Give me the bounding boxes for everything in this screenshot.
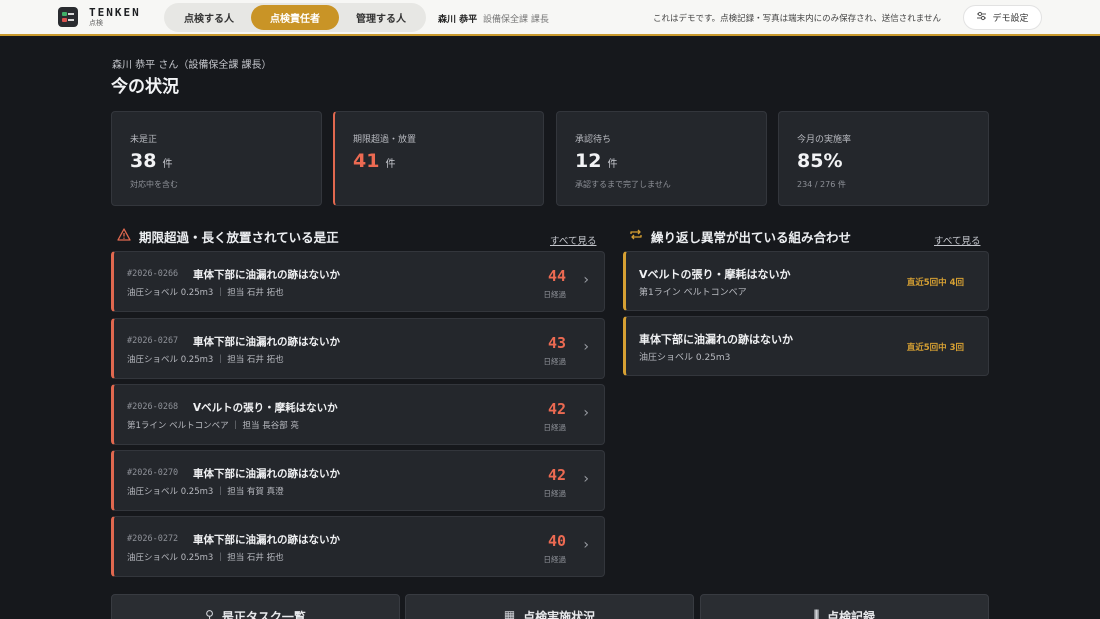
repeat-item-equipment: 第1ライン ベルトコンベア bbox=[639, 288, 747, 298]
item-meta: 油圧ショベル 0.25m3 ｜ 担当 石井 拓也 bbox=[127, 553, 284, 563]
role-switcher: 点検する人 点検責任者 管理する人 bbox=[164, 3, 426, 32]
overdue-item[interactable]: #2026-0270 車体下部に油漏れの跡はないか 油圧ショベル 0.25m3 … bbox=[111, 450, 605, 511]
days-elapsed: 44 bbox=[547, 267, 566, 285]
item-title: 車体下部に油漏れの跡はないか bbox=[193, 534, 340, 546]
chevron-right-icon: › bbox=[583, 405, 589, 421]
stat-note: 対応中を含む bbox=[130, 180, 178, 189]
chevron-right-icon: › bbox=[583, 339, 589, 355]
repeat-item-title: Vベルトの張り・摩耗はないか bbox=[639, 268, 791, 281]
top-bar: TENKEN 点検 点検する人 点検責任者 管理する人 森川 恭平 設備保全課 … bbox=[0, 0, 1100, 36]
item-meta: 油圧ショベル 0.25m3 ｜ 担当 石井 拓也 bbox=[127, 355, 284, 365]
repeat-arrows-icon bbox=[629, 228, 643, 245]
stat-note: 234 / 276 件 bbox=[797, 180, 846, 189]
stat-label: 今月の実施率 bbox=[797, 135, 852, 145]
greeting: 森川 恭平 さん（設備保全課 課長） bbox=[112, 60, 272, 71]
item-title: 車体下部に油漏れの跡はないか bbox=[193, 468, 340, 480]
app-logo[interactable]: TENKEN 点検 bbox=[58, 7, 141, 27]
stat-value: 38 件 bbox=[130, 150, 173, 172]
item-meta: 油圧ショベル 0.25m3 ｜ 担当 有賀 真澄 bbox=[127, 487, 284, 497]
overdue-see-all-link[interactable]: すべて見る bbox=[550, 233, 596, 247]
item-id: #2026-0270 bbox=[127, 468, 179, 478]
warning-triangle-icon bbox=[117, 228, 131, 245]
brand-sub: 点検 bbox=[89, 19, 103, 27]
item-meta: 油圧ショベル 0.25m3 ｜ 担当 石井 拓也 bbox=[127, 288, 284, 298]
days-label: 日経過 bbox=[543, 290, 567, 299]
overdue-item[interactable]: #2026-0266 車体下部に油漏れの跡はないか 油圧ショベル 0.25m3 … bbox=[111, 251, 605, 312]
days-elapsed: 42 bbox=[547, 400, 566, 418]
item-title: 車体下部に油漏れの跡はないか bbox=[193, 269, 340, 281]
item-id: #2026-0266 bbox=[127, 269, 179, 279]
overdue-item[interactable]: #2026-0268 Vベルトの張り・摩耗はないか 第1ライン ベルトコンベア … bbox=[111, 384, 605, 445]
stat-card-overdue[interactable]: 期限超過・放置 41 件 bbox=[333, 111, 544, 206]
days-label: 日経過 bbox=[543, 489, 567, 498]
repeat-item-equipment: 油圧ショベル 0.25m3 bbox=[639, 353, 731, 363]
corrective-tasks-button[interactable]: ⚲ 是正タスク一覧 bbox=[111, 594, 400, 619]
role-tab-supervisor[interactable]: 点検責任者 bbox=[251, 5, 339, 30]
user-name: 森川 恭平 bbox=[438, 15, 478, 25]
chevron-right-icon: › bbox=[583, 272, 589, 288]
days-label: 日経過 bbox=[543, 423, 567, 432]
repeat-section-title: 繰り返し異常が出ている組み合わせ bbox=[629, 227, 851, 246]
stat-label: 期限超過・放置 bbox=[353, 135, 417, 145]
overdue-section-title: 期限超過・長く放置されている是正 bbox=[117, 227, 339, 246]
item-id: #2026-0267 bbox=[127, 336, 179, 346]
role-tab-admin[interactable]: 管理する人 bbox=[339, 5, 423, 30]
item-title: 車体下部に油漏れの跡はないか bbox=[193, 336, 340, 348]
days-elapsed: 40 bbox=[547, 532, 566, 550]
repeat-item-title: 車体下部に油漏れの跡はないか bbox=[639, 333, 793, 346]
repeat-count-badge: 直近5回中 4回 bbox=[906, 278, 964, 288]
chevron-right-icon: › bbox=[583, 537, 589, 553]
stat-card-pending-approval[interactable]: 承認待ち 12 件 承認するまで完了しません bbox=[556, 111, 767, 206]
chart-icon: ⫴ bbox=[813, 608, 820, 619]
repeat-see-all-link[interactable]: すべて見る bbox=[934, 233, 980, 247]
page-title: 今の状況 bbox=[111, 77, 179, 97]
stat-label: 承認待ち bbox=[575, 135, 612, 145]
wrench-icon: ⚲ bbox=[205, 608, 214, 619]
brand-name: TENKEN bbox=[89, 6, 141, 19]
demo-settings-label: デモ設定 bbox=[992, 14, 1029, 24]
demo-settings-button[interactable]: デモ設定 bbox=[963, 5, 1042, 30]
days-label: 日経過 bbox=[543, 357, 567, 366]
stat-value: 41 件 bbox=[353, 150, 396, 172]
role-tab-inspector[interactable]: 点検する人 bbox=[167, 5, 251, 30]
days-label: 日経過 bbox=[543, 555, 567, 564]
repeat-count-badge: 直近5回中 3回 bbox=[906, 343, 964, 353]
item-title: Vベルトの張り・摩耗はないか bbox=[193, 402, 338, 414]
overdue-item[interactable]: #2026-0267 車体下部に油漏れの跡はないか 油圧ショベル 0.25m3 … bbox=[111, 318, 605, 379]
inspection-status-button[interactable]: ▦ 点検実施状況 bbox=[405, 594, 694, 619]
inspection-records-button[interactable]: ⫴ 点検記録 bbox=[700, 594, 989, 619]
sliders-icon bbox=[976, 11, 987, 24]
stat-value: 12 件 bbox=[575, 150, 618, 172]
repeat-item[interactable]: 車体下部に油漏れの跡はないか 油圧ショベル 0.25m3 直近5回中 3回 bbox=[623, 316, 989, 376]
item-meta: 第1ライン ベルトコンベア ｜ 担当 長谷部 亮 bbox=[127, 421, 299, 431]
stat-value: 85% bbox=[797, 150, 843, 172]
user-dept: 設備保全課 課長 bbox=[483, 15, 549, 25]
item-id: #2026-0268 bbox=[127, 402, 179, 412]
stat-card-unresolved[interactable]: 未是正 38 件 対応中を含む bbox=[111, 111, 322, 206]
stat-note: 承認するまで完了しません bbox=[575, 180, 671, 189]
demo-notice: これはデモです。点検記録・写真は端末内にのみ保存され、送信されません bbox=[653, 14, 941, 24]
grid-icon: ▦ bbox=[503, 608, 516, 619]
chevron-right-icon: › bbox=[583, 471, 589, 487]
days-elapsed: 43 bbox=[547, 334, 566, 352]
stat-label: 未是正 bbox=[130, 135, 158, 145]
stat-card-completion-rate[interactable]: 今月の実施率 85% 234 / 276 件 bbox=[778, 111, 989, 206]
logo-icon bbox=[58, 7, 78, 27]
item-id: #2026-0272 bbox=[127, 534, 179, 544]
days-elapsed: 42 bbox=[547, 466, 566, 484]
overdue-item[interactable]: #2026-0272 車体下部に油漏れの跡はないか 油圧ショベル 0.25m3 … bbox=[111, 516, 605, 577]
repeat-item[interactable]: Vベルトの張り・摩耗はないか 第1ライン ベルトコンベア 直近5回中 4回 bbox=[623, 251, 989, 311]
